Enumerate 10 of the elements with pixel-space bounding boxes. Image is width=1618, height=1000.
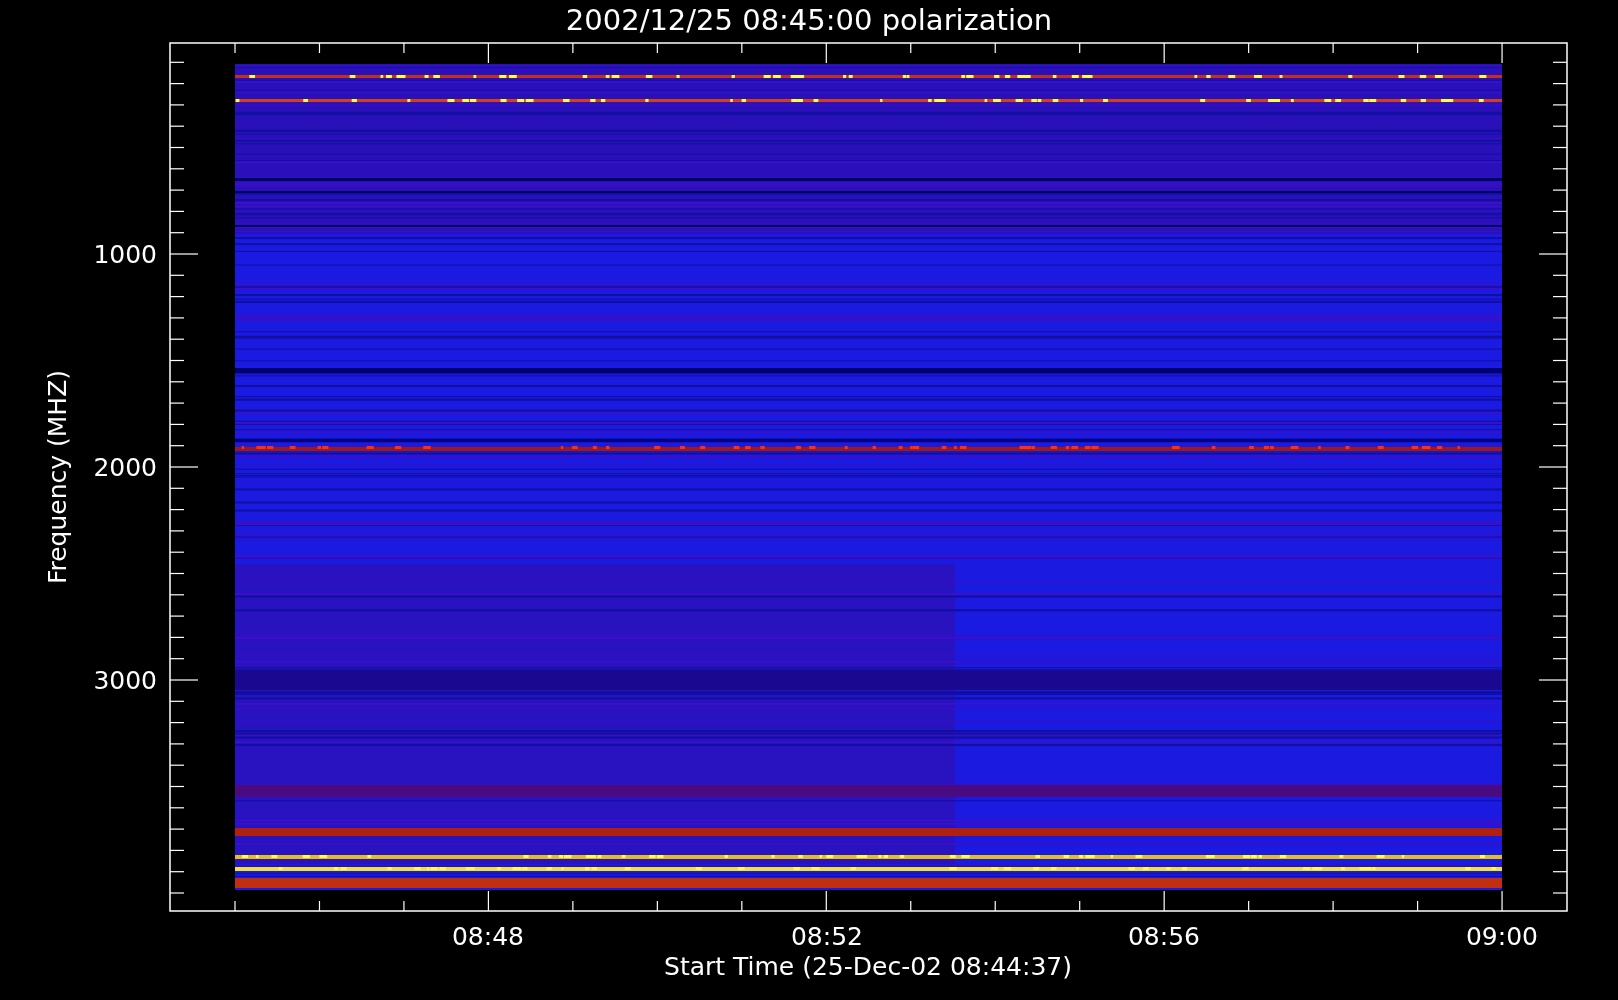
tick-label: 08:48	[452, 922, 524, 951]
tick-label: 2000	[93, 453, 157, 482]
plot-title: 2002/12/25 08:45:00 polarization	[565, 3, 1053, 37]
x-axis-label: Start Time (25-Dec-02 08:44:37)	[664, 952, 1072, 981]
tick-label: 08:56	[1128, 922, 1200, 951]
y-axis-label: Frequency (MHZ)	[43, 369, 72, 585]
tick-label: 08:52	[791, 922, 863, 951]
tick-label: 3000	[93, 666, 157, 695]
tick-label: 1000	[93, 240, 157, 269]
tick-label: 09:00	[1466, 922, 1538, 951]
